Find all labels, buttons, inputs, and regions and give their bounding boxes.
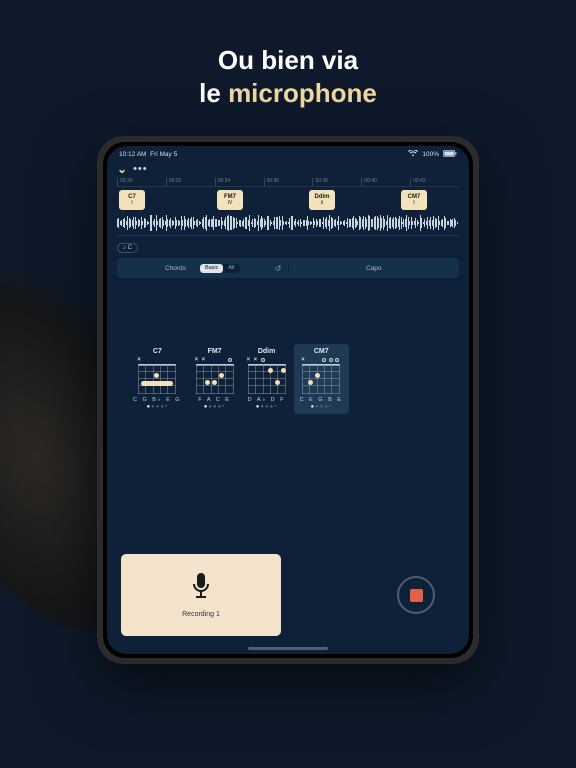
variation-dots[interactable]: ●●●●• [204, 404, 226, 410]
tick: 00:34 [215, 178, 264, 186]
app-screen: 10:12 AM Fri May 5 100% ⌄ ••• 00:30 00:3… [107, 146, 469, 654]
seg-basic[interactable]: Basic [200, 264, 223, 273]
stop-icon [410, 589, 423, 602]
time-ruler: 00:30 00:32 00:34 00:36 00:38 00:40 00:4… [107, 178, 469, 186]
finger-dot [308, 380, 313, 385]
mute-icon: × [195, 357, 199, 363]
timeline-chord-chip[interactable]: C7I [119, 190, 145, 210]
finger-dot [275, 380, 280, 385]
recording-title: Recording 1 [182, 611, 220, 618]
chord-card[interactable]: Ddim × × D A♭ D F ●●●●• [248, 348, 286, 410]
status-date: Fri May 5 [150, 151, 177, 158]
microphone-icon [190, 572, 212, 607]
chord-card[interactable]: FM7 × × F A C E ●●●●• [196, 348, 234, 410]
timeline-chord-chip[interactable]: CM7I [401, 190, 427, 210]
mute-icon: × [202, 357, 206, 363]
tick: 00:42 [410, 178, 459, 186]
wifi-icon [408, 150, 418, 159]
fretboard: × × [196, 358, 234, 394]
status-right: 100% [408, 150, 457, 159]
open-string [322, 358, 326, 362]
finger-dot [315, 373, 320, 378]
bottom-controls: Recording 1 [121, 554, 455, 636]
status-bar: 10:12 AM Fri May 5 100% [107, 146, 469, 160]
open-string [335, 358, 339, 362]
waveform [117, 213, 459, 233]
collapse-button[interactable]: ⌄ [117, 162, 127, 176]
stop-record-button[interactable] [397, 576, 435, 614]
finger-dot [212, 380, 217, 385]
battery-icon [443, 150, 457, 159]
chord-diagrams-row: C7 × C G B♭ E G ●●●●• FM7 × × [133, 348, 469, 410]
variation-dots[interactable]: ●●●●• [146, 404, 168, 410]
mute-icon: × [301, 357, 305, 363]
status-time: 10:12 AM [119, 151, 146, 158]
mute-icon: × [137, 357, 141, 363]
finger-dot [281, 368, 286, 373]
fretboard: × [138, 358, 176, 394]
key-badge[interactable]: ♪ C [117, 243, 138, 253]
more-options-button[interactable]: ••• [133, 163, 148, 175]
capo-option[interactable]: Capo [289, 265, 460, 272]
open-string [329, 358, 333, 362]
tick: 00:30 [117, 178, 166, 186]
chord-card-selected[interactable]: CM7 × C E G B E ●●●●• [294, 344, 349, 414]
mute-icon: × [247, 357, 251, 363]
seg-all[interactable]: All [223, 264, 239, 273]
finger-dot [154, 373, 159, 378]
timeline-chord-chip[interactable]: Ddimii [309, 190, 335, 210]
headline-line2: le microphone [0, 77, 576, 110]
variation-dots[interactable]: ●●●●• [310, 404, 332, 410]
home-indicator[interactable] [248, 647, 328, 650]
reset-icon[interactable]: ↺ [275, 264, 282, 273]
finger-dot [219, 373, 224, 378]
status-left: 10:12 AM Fri May 5 [119, 151, 177, 158]
recording-card[interactable]: Recording 1 [121, 554, 281, 636]
ipad-bezel: 10:12 AM Fri May 5 100% ⌄ ••• 00:30 00:3… [103, 142, 473, 658]
timeline-chord-chip[interactable]: FM7IV [217, 190, 243, 210]
chord-card[interactable]: C7 × C G B♭ E G ●●●●• [133, 348, 182, 410]
open-string [228, 358, 232, 362]
chords-option[interactable]: Chords Basic All ↺ [117, 264, 289, 273]
waveform-track[interactable]: C7I FM7IV Ddimii CM7I [117, 186, 459, 236]
chord-complexity-segment[interactable]: Basic All [200, 264, 240, 273]
fretboard: × [302, 358, 340, 394]
tick: 00:38 [312, 178, 361, 186]
open-string [261, 358, 265, 362]
tick: 00:36 [264, 178, 313, 186]
finger-dot [205, 380, 210, 385]
tick: 00:32 [166, 178, 215, 186]
top-toolbar: ⌄ ••• [107, 160, 469, 178]
mute-icon: × [254, 357, 258, 363]
barre [141, 381, 173, 386]
options-panel: Chords Basic All ↺ Capo [117, 258, 459, 278]
fretboard: × × [248, 358, 286, 394]
finger-dot [268, 368, 273, 373]
headline-line1: Ou bien via [0, 44, 576, 77]
battery-text: 100% [422, 151, 439, 158]
variation-dots[interactable]: ●●●●• [256, 404, 278, 410]
panel-label: Capo [366, 265, 382, 272]
promo-headline: Ou bien via le microphone [0, 44, 576, 109]
tick: 00:40 [361, 178, 410, 186]
panel-label: Chords [165, 265, 186, 272]
ipad-frame: 10:12 AM Fri May 5 100% ⌄ ••• 00:30 00:3… [97, 136, 479, 664]
